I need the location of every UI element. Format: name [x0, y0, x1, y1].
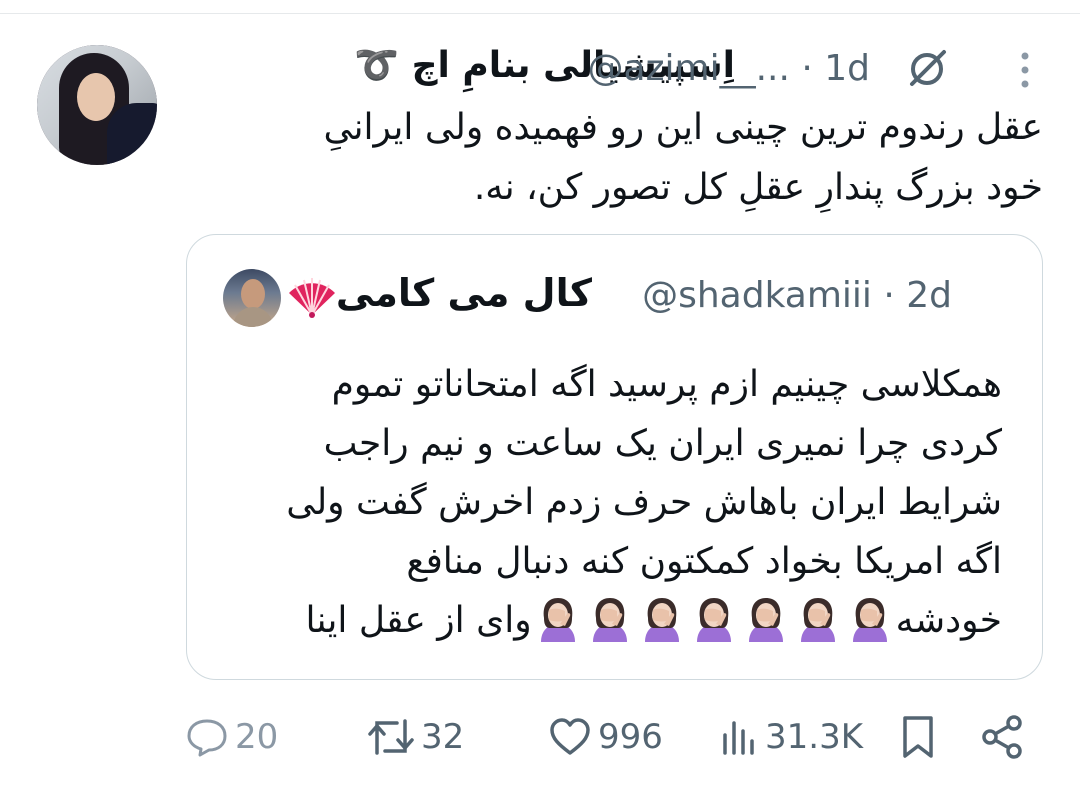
- quoted-tweet-text: همکلاسی چینیم ازم پرسید اگه امتحاناتو تم…: [222, 355, 1002, 650]
- quote-text-line: همکلاسی چینیم ازم پرسید اگه امتحاناتو تم…: [331, 364, 1002, 405]
- repost-count: 32: [421, 717, 465, 757]
- author-handle-time[interactable]: @azimi__... · 1d: [588, 48, 870, 89]
- repost-button[interactable]: 32: [367, 712, 464, 762]
- woman-facepalming-emoji: [748, 598, 783, 642]
- quoted-author-display-name[interactable]: کال می کامی: [336, 271, 592, 315]
- quote-text-start: خودشه: [895, 600, 1002, 641]
- tweet-text-line: خود بزرگ پندارِ عقلِ کل تصور کن، نه.: [473, 167, 1043, 208]
- folding-fan-emoji: [289, 278, 335, 318]
- quote-text-line: کردی چرا نمیری ایران یک ساعت و نیم راجب: [323, 423, 1002, 464]
- quote-text-line: اگه امریکا بخواد کمکتون کنه دنبال منافع: [406, 541, 1002, 582]
- quoted-tweet-card[interactable]: کال می کامی @shadkamiii · 2d همکلاسی چین…: [186, 234, 1043, 680]
- woman-facepalming-emoji: [644, 598, 679, 642]
- more-vertical-icon[interactable]: [1015, 50, 1035, 90]
- woman-facepalming-emoji: [852, 598, 887, 642]
- tweet-text-line: عقل رندوم ترین چینی این رو فهمیده ولی ای…: [323, 107, 1043, 148]
- bookmark-icon[interactable]: [898, 714, 938, 760]
- reply-count: 20: [235, 717, 279, 757]
- grok-slash-icon[interactable]: [904, 46, 950, 92]
- quote-text-end: وای از عقل اینا: [305, 600, 532, 641]
- tweet-header: اِسپیشیالی بنامِ اچ‌ ➰ @azimi__... · 1d: [185, 40, 1035, 100]
- quote-text-line: شرایط ایران باهاش حرف زدم اخرش گفت ولی: [286, 482, 1002, 523]
- woman-facepalming-emoji: [540, 598, 575, 642]
- quoted-tweet-header: کال می کامی @shadkamiii · 2d: [187, 267, 1042, 327]
- repost-icon: [368, 719, 414, 755]
- bar-chart-icon: [723, 721, 754, 755]
- share-icon[interactable]: [978, 714, 1026, 760]
- quoted-author-avatar[interactable]: [223, 269, 281, 327]
- like-count: 996: [598, 717, 663, 757]
- quote-text-last-line: خودشه وای از عقل اینا: [222, 591, 1002, 650]
- like-button[interactable]: 996: [548, 712, 663, 762]
- woman-facepalming-emoji: [592, 598, 627, 642]
- emoji-row: [532, 598, 896, 642]
- tweet-action-bar: 20 32 996 31.3K: [185, 712, 1035, 762]
- reply-bubble-icon: [187, 719, 227, 757]
- heart-icon: [550, 718, 590, 755]
- reply-button[interactable]: 20: [185, 712, 278, 762]
- tweet-text: عقل رندوم ترین چینی این رو فهمیده ولی ای…: [193, 98, 1043, 218]
- views-button[interactable]: 31.3K: [719, 712, 863, 762]
- views-count: 31.3K: [765, 717, 863, 757]
- woman-facepalming-emoji: [696, 598, 731, 642]
- author-avatar[interactable]: [37, 45, 157, 165]
- quoted-author-handle-time[interactable]: @shadkamiii · 2d: [642, 275, 952, 316]
- woman-facepalming-emoji: [800, 598, 835, 642]
- top-divider: [0, 13, 1080, 14]
